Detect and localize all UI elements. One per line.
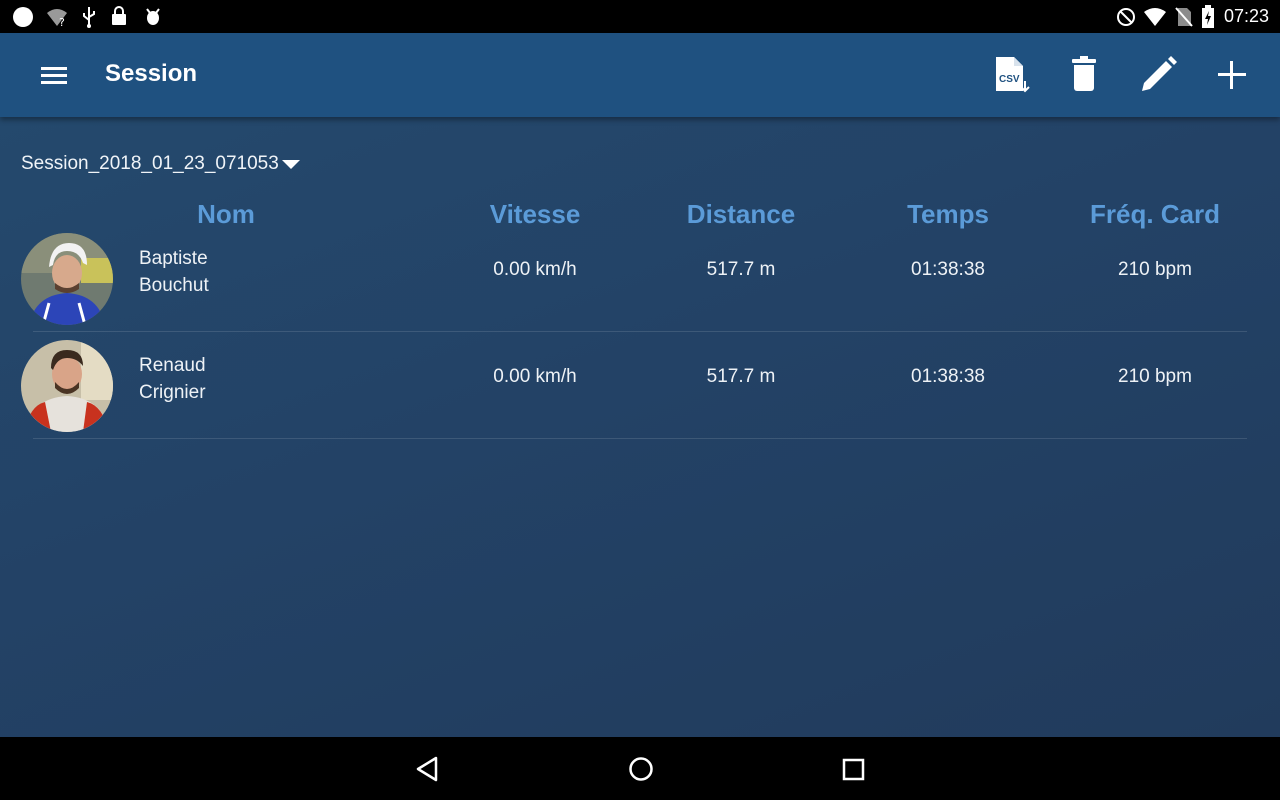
wifi-unknown-icon: ?	[47, 9, 67, 28]
back-triangle-icon	[416, 756, 438, 782]
status-bar: ? 07:23	[0, 0, 1280, 33]
player-last-name: Bouchut	[139, 275, 209, 296]
distance-cell: 517.7 m	[706, 366, 776, 387]
player-photo-renaud	[21, 340, 113, 432]
lock-icon	[112, 6, 126, 25]
player-name: Baptiste Bouchut	[139, 245, 209, 299]
recents-button[interactable]	[839, 754, 869, 784]
edit-button[interactable]	[1136, 53, 1180, 97]
csv-file-icon: CSV	[996, 57, 1030, 93]
heart-rate-cell: 210 bpm	[1118, 366, 1192, 387]
page-title: Session	[105, 60, 198, 87]
speed-cell: 0.00 km/h	[493, 366, 577, 387]
recents-square-icon	[842, 758, 865, 781]
svg-text:?: ?	[59, 16, 65, 28]
caret-down-icon	[281, 160, 300, 169]
add-button[interactable]	[1210, 53, 1254, 97]
time-cell: 01:38:38	[911, 366, 985, 387]
player-last-name: Crignier	[139, 382, 206, 403]
circle-icon	[13, 7, 33, 27]
export-csv-button[interactable]: CSV	[990, 53, 1034, 97]
player-first-name: Renaud	[139, 355, 206, 376]
table-row[interactable]: Renaud Crignier 0.00 km/h 517.7 m 01:38:…	[0, 332, 1280, 439]
session-dropdown-value: Session_2018_01_23_071053	[21, 153, 279, 174]
avatar	[21, 233, 113, 325]
distance-cell: 517.7 m	[706, 259, 776, 280]
player-name: Renaud Crignier	[139, 352, 206, 406]
usb-icon	[83, 7, 95, 28]
player-first-name: Baptiste	[139, 248, 208, 269]
row-divider	[33, 438, 1247, 439]
clock: 07:23	[1223, 6, 1269, 26]
heart-rate-cell: 210 bpm	[1118, 259, 1192, 280]
pencil-icon	[1142, 56, 1177, 91]
player-photo-baptiste	[21, 233, 113, 325]
wifi-icon	[1144, 8, 1166, 26]
hamburger-menu-icon	[41, 67, 67, 84]
battery-charging-icon	[1202, 5, 1214, 28]
csv-label: CSV	[999, 74, 1020, 85]
session-content: Session_2018_01_23_071053 Nom Vitesse Di…	[0, 117, 1280, 737]
do-not-disturb-icon	[1117, 8, 1135, 26]
session-dropdown[interactable]: Session_2018_01_23_071053	[21, 153, 301, 175]
home-button[interactable]	[626, 754, 656, 784]
menu-button[interactable]	[30, 57, 78, 93]
table-row[interactable]: Baptiste Bouchut 0.00 km/h 517.7 m 01:38…	[0, 225, 1280, 332]
time-cell: 01:38:38	[911, 259, 985, 280]
speed-cell: 0.00 km/h	[493, 259, 577, 280]
android-debug-icon	[146, 8, 160, 25]
avatar	[21, 340, 113, 432]
back-button[interactable]	[413, 754, 443, 784]
plus-icon	[1218, 61, 1246, 89]
delete-icon	[1072, 56, 1096, 91]
home-circle-icon	[629, 757, 653, 781]
navigation-bar	[0, 737, 1280, 800]
delete-button[interactable]	[1062, 53, 1106, 97]
app-bar: Session CSV	[0, 33, 1280, 117]
no-sim-icon	[1175, 7, 1193, 27]
